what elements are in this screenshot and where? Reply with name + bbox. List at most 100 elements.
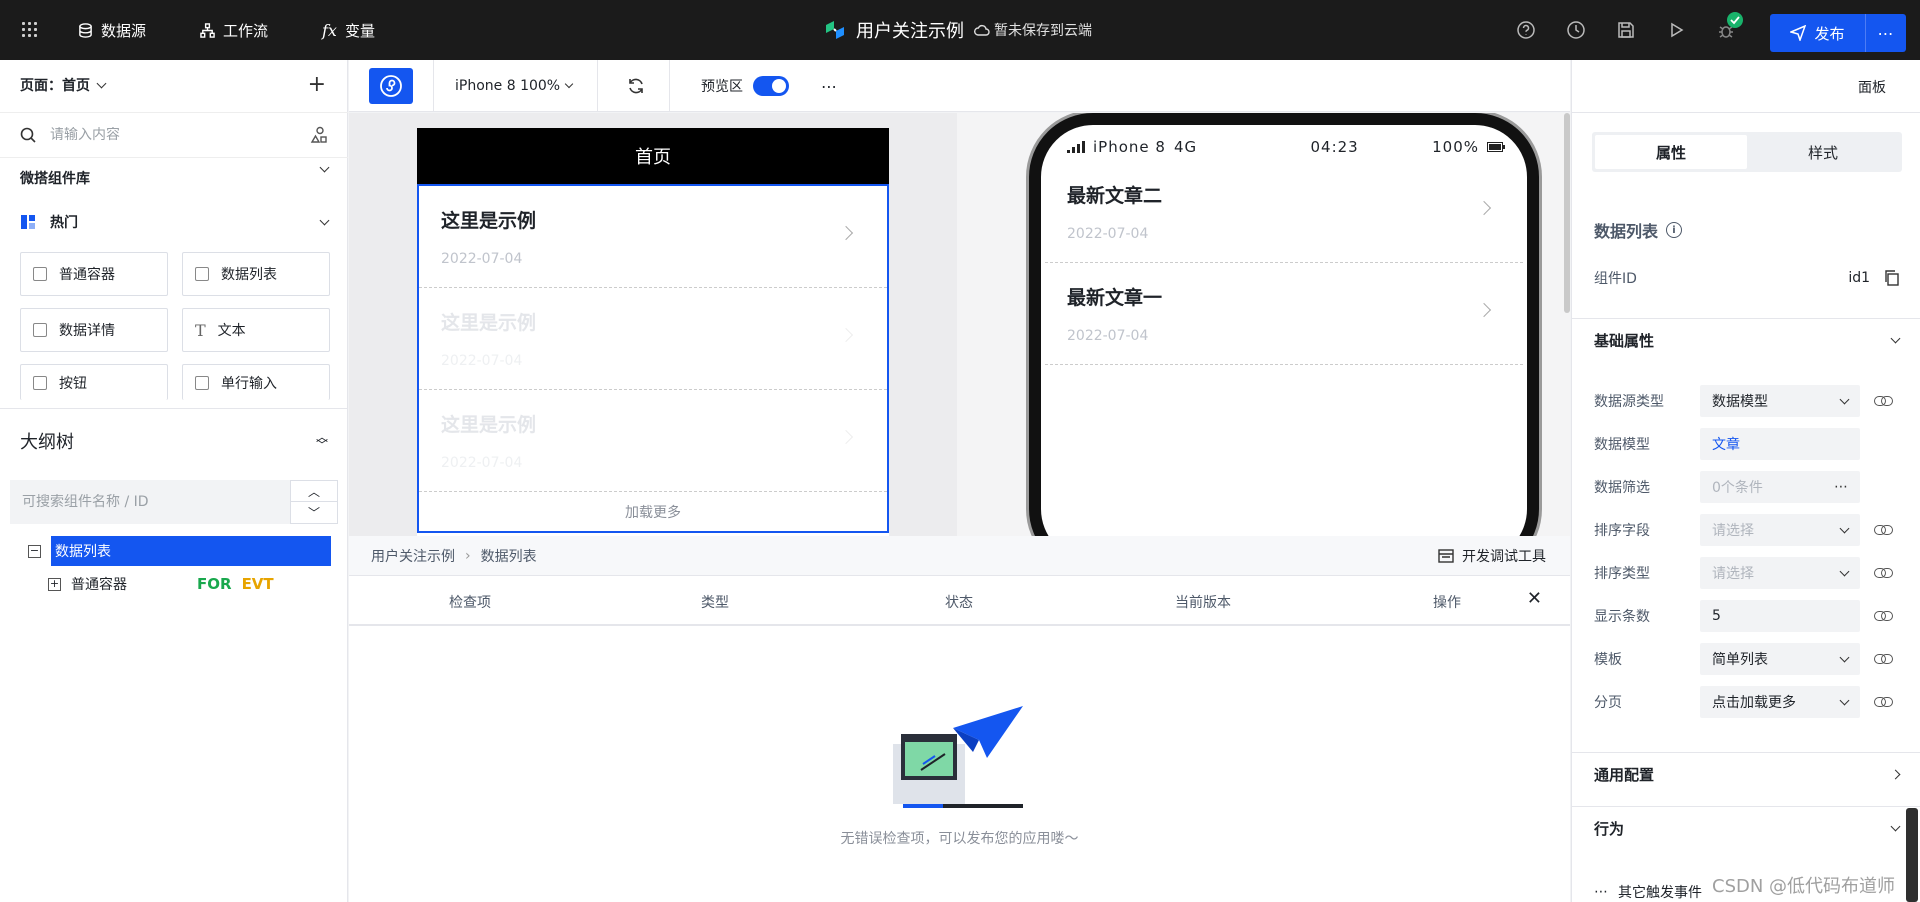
list-item[interactable]: 这里是示例 2022-07-04: [419, 390, 887, 492]
save-icon[interactable]: [1616, 20, 1636, 40]
run-preview-icon[interactable]: [1666, 20, 1686, 40]
bind-link-icon[interactable]: [1874, 697, 1893, 707]
prop-datasource-type: 数据源类型 数据模型: [1594, 384, 1910, 418]
data-filter-field[interactable]: 0个条件 ⋯: [1700, 471, 1860, 503]
bind-link-icon[interactable]: [1874, 525, 1893, 535]
basic-properties-section[interactable]: 基础属性: [1572, 318, 1920, 362]
prop-value: 请选择: [1712, 523, 1754, 539]
tree-node-container[interactable]: + 普通容器 FOR EVT: [48, 574, 274, 594]
display-count-input[interactable]: 5: [1700, 600, 1860, 632]
publish-button[interactable]: 发布: [1770, 14, 1866, 52]
datasource-menu[interactable]: 数据源: [78, 0, 146, 60]
load-more-button[interactable]: 加载更多: [419, 492, 887, 532]
bind-link-icon[interactable]: [1874, 654, 1893, 664]
data-list-component[interactable]: 这里是示例 2022-07-04 这里是示例 2022-07-04 这里是示例 …: [417, 184, 889, 533]
data-detail-icon: [33, 323, 47, 337]
component-name: 数据列表: [1594, 222, 1659, 241]
bind-link-icon[interactable]: [1874, 568, 1893, 578]
editor-page-canvas[interactable]: 首页 这里是示例 2022-07-04 这里是示例 2022-07-04 这里是…: [417, 128, 889, 536]
bind-link-icon[interactable]: [1874, 396, 1893, 406]
expand-icon[interactable]: +: [48, 577, 61, 591]
breadcrumb-item[interactable]: 用户关注示例: [371, 546, 455, 566]
datasource-type-select[interactable]: 数据模型: [1700, 385, 1860, 417]
side-volume-bar: [1906, 808, 1918, 902]
phone-preview: iPhone 8 4G 04:23 100% 最新文章二 2022-07-04 …: [1029, 113, 1539, 536]
chevron-down-icon: [319, 162, 330, 173]
component-data-detail[interactable]: 数据详情: [20, 308, 168, 352]
list-item[interactable]: 最新文章二 2022-07-04: [1045, 161, 1523, 263]
tab-properties[interactable]: 属性: [1595, 135, 1747, 169]
section-title: 基础属性: [1594, 332, 1655, 350]
component-label: 数据详情: [59, 323, 115, 339]
component-id-row: 组件ID id1: [1594, 268, 1900, 288]
list-item[interactable]: 最新文章一 2022-07-04: [1045, 263, 1523, 365]
breadcrumb: 用户关注示例 › 数据列表 开发调试工具: [349, 536, 1570, 576]
refresh-icon[interactable]: [626, 76, 646, 96]
collapse-icon[interactable]: −: [28, 544, 41, 558]
data-list-icon: [195, 267, 209, 281]
close-icon[interactable]: ✕: [1527, 588, 1542, 609]
component-search-input[interactable]: [50, 127, 290, 143]
workflow-menu[interactable]: 工作流: [200, 0, 268, 60]
mini-program-mode-button[interactable]: [369, 68, 413, 104]
list-item-title: 最新文章一: [1067, 287, 1163, 309]
list-item[interactable]: 这里是示例 2022-07-04: [419, 288, 887, 390]
dev-tools-button[interactable]: 开发调试工具: [1438, 536, 1546, 576]
outline-search-input[interactable]: [22, 494, 272, 510]
device-selector[interactable]: iPhone 8 100%: [455, 60, 574, 112]
component-label: 文本: [217, 323, 246, 339]
list-item-date: 2022-07-04: [441, 353, 523, 369]
stage-scrollbar[interactable]: [1564, 113, 1570, 313]
prop-label: 显示条数: [1594, 609, 1650, 625]
panel-toggle-button[interactable]: 面板: [1858, 77, 1886, 97]
component-button[interactable]: 按钮: [20, 364, 168, 400]
breadcrumb-item[interactable]: 数据列表: [481, 546, 537, 566]
other-events-label: 其它触发事件: [1618, 885, 1702, 901]
copy-icon[interactable]: [1884, 270, 1900, 286]
shapes-icon[interactable]: [310, 126, 328, 144]
sort-field-select[interactable]: 请选择: [1700, 514, 1860, 546]
more-dots-icon[interactable]: ⋯: [1834, 479, 1848, 495]
component-single-input[interactable]: 单行输入: [182, 364, 330, 400]
check-table-header: 检查项 类型 状态 当前版本 操作 ✕: [349, 576, 1570, 626]
chevron-down-icon: [96, 78, 107, 88]
component-text[interactable]: T 文本: [182, 308, 330, 352]
component-container[interactable]: 普通容器: [20, 252, 168, 296]
dev-tools-icon: [1438, 549, 1454, 563]
expand-collapse-icon[interactable]: ︿ ﹀: [316, 431, 328, 451]
prop-label: 数据筛选: [1594, 480, 1650, 496]
more-options-button[interactable]: ⋯: [821, 60, 837, 112]
prop-label: 数据模型: [1594, 437, 1650, 453]
left-panel: 页面：首页 + 微搭组件库 热门 普通容器 数据列表 数据详情 T 文本 按钮 单…: [0, 60, 348, 902]
preview-toggle[interactable]: [753, 76, 789, 96]
app-grid-icon[interactable]: [22, 22, 38, 38]
phone-time: 04:23: [1310, 138, 1359, 156]
search-icon: [20, 127, 36, 143]
bind-link-icon[interactable]: [1874, 611, 1893, 621]
template-select[interactable]: 简单列表: [1700, 643, 1860, 675]
component-data-list[interactable]: 数据列表: [182, 252, 330, 296]
info-icon[interactable]: i: [1666, 222, 1683, 238]
tab-styles[interactable]: 样式: [1747, 135, 1899, 169]
hot-section-header[interactable]: 热门: [20, 212, 330, 232]
tree-node-data-list[interactable]: − 数据列表: [28, 536, 331, 566]
sort-type-select[interactable]: 请选择: [1700, 557, 1860, 589]
workflow-icon: [200, 22, 215, 38]
history-icon[interactable]: [1566, 20, 1586, 40]
variables-menu[interactable]: fx 变量: [322, 0, 375, 60]
other-events-row[interactable]: ⋯ 其它触发事件: [1594, 882, 1702, 902]
load-more-label: 加载更多: [625, 505, 681, 521]
add-page-button[interactable]: +: [308, 72, 326, 97]
data-model-field[interactable]: 文章: [1700, 428, 1860, 460]
behavior-section[interactable]: 行为: [1572, 806, 1920, 850]
chevron-up-icon[interactable]: ︿: [291, 481, 337, 502]
publish-more-button[interactable]: ⋯: [1866, 14, 1906, 52]
help-icon[interactable]: [1516, 20, 1536, 40]
general-config-section[interactable]: 通用配置: [1572, 752, 1920, 796]
chevron-down-icon[interactable]: ﹀: [291, 502, 337, 523]
library-section-header[interactable]: 微搭组件库: [20, 162, 330, 188]
pagination-select[interactable]: 点击加载更多: [1700, 686, 1860, 718]
dev-tools-label: 开发调试工具: [1462, 549, 1546, 565]
page-selector[interactable]: 页面：首页 +: [0, 60, 348, 110]
list-item[interactable]: 这里是示例 2022-07-04: [419, 186, 887, 288]
